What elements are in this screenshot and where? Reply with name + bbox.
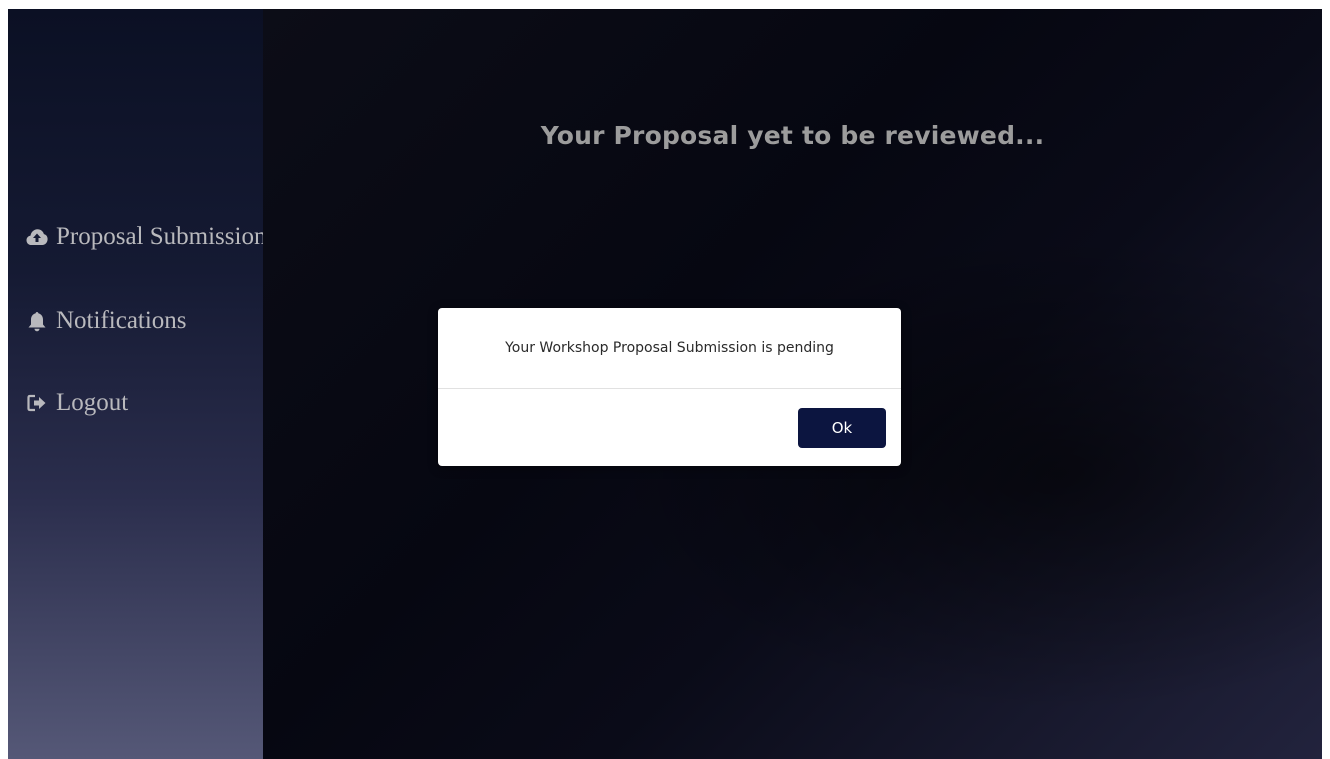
sidebar-item-notifications[interactable]: Notifications <box>26 307 187 335</box>
page-title: Your Proposal yet to be reviewed... <box>540 121 1045 150</box>
sidebar-item-label: Logout <box>56 389 129 416</box>
sidebar-item-logout[interactable]: Logout <box>26 389 128 417</box>
sidebar: Proposal Submissions Notifications Logou… <box>8 9 276 759</box>
dialog-message: Your Workshop Proposal Submission is pen… <box>438 308 901 389</box>
sidebar-item-label: Notifications <box>56 307 187 334</box>
dialog-footer: Ok <box>438 389 901 466</box>
sidebar-item-label: Proposal Submissions <box>56 223 277 250</box>
cloud-upload-icon <box>26 226 48 248</box>
app-frame: Proposal Submissions Notifications Logou… <box>8 9 1322 759</box>
sign-out-icon <box>26 392 48 414</box>
bell-icon <box>26 310 48 332</box>
pending-dialog: Your Workshop Proposal Submission is pen… <box>438 308 901 466</box>
sidebar-item-proposal-submissions[interactable]: Proposal Submissions <box>26 223 276 251</box>
ok-button[interactable]: Ok <box>798 408 886 448</box>
